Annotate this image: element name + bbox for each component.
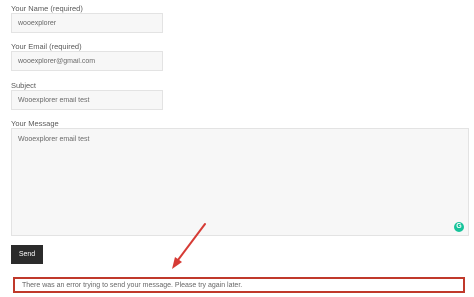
error-notice: There was an error trying to send your m… bbox=[13, 277, 465, 293]
arrow-head bbox=[172, 257, 182, 269]
send-button[interactable]: Send bbox=[11, 245, 43, 264]
error-message: There was an error trying to send your m… bbox=[22, 282, 243, 289]
name-label: Your Name (required) bbox=[11, 4, 83, 13]
message-field[interactable]: Wooexplorer email test bbox=[11, 128, 469, 236]
subject-label: Subject bbox=[11, 81, 37, 90]
subject-field[interactable] bbox=[11, 90, 163, 110]
email-label: Your Email (required) bbox=[11, 42, 82, 51]
message-label: Your Message bbox=[11, 119, 59, 128]
grammarly-icon[interactable]: G bbox=[454, 222, 464, 232]
email-field[interactable] bbox=[11, 51, 163, 71]
name-field[interactable] bbox=[11, 13, 163, 33]
